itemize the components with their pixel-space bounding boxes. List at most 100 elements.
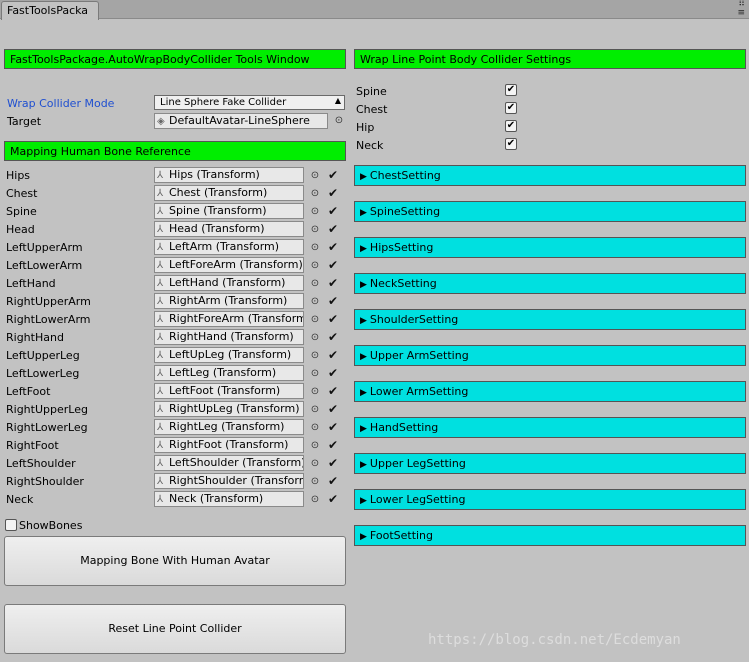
menu-icon[interactable]: ≡ bbox=[737, 9, 745, 18]
bone-field[interactable]: ⅄ RightHand (Transform) bbox=[154, 329, 304, 345]
foldout-header[interactable]: ▶ Lower ArmSetting bbox=[354, 381, 746, 402]
bone-field[interactable]: ⅄ RightLeg (Transform) bbox=[154, 419, 304, 435]
bone-field-value: LeftArm (Transform) bbox=[169, 240, 280, 253]
object-picker-icon[interactable]: ⊙ bbox=[310, 315, 320, 325]
object-picker-icon[interactable]: ⊙ bbox=[310, 207, 320, 217]
bone-field[interactable]: ⅄ LeftHand (Transform) bbox=[154, 275, 304, 291]
bone-transform-icon: ⅄ bbox=[157, 260, 164, 271]
object-picker-icon[interactable]: ⊙ bbox=[310, 351, 320, 361]
foldout-header[interactable]: ▶ Upper ArmSetting bbox=[354, 345, 746, 366]
checkmark-icon: ✔ bbox=[328, 456, 339, 470]
target-label: Target bbox=[7, 115, 42, 128]
bone-field[interactable]: ⅄ RightShoulder (Transform) bbox=[154, 473, 304, 489]
foldout-label: ShoulderSetting bbox=[369, 313, 459, 326]
window-controls[interactable]: ⠿ ≡ bbox=[737, 0, 745, 18]
tab-bar: FastToolsPacka ⠿ ≡ bbox=[0, 0, 749, 20]
foldout-label: Upper LegSetting bbox=[369, 457, 466, 470]
bone-field-value: LeftForeArm (Transform) bbox=[169, 258, 303, 271]
bone-field-value: RightFoot (Transform) bbox=[169, 438, 289, 451]
settings-title: Wrap Line Point Body Collider Settings bbox=[354, 49, 746, 69]
bone-field-value: LeftHand (Transform) bbox=[169, 276, 286, 289]
bone-label: Hips bbox=[6, 169, 31, 182]
bone-label: RightHand bbox=[6, 331, 64, 344]
toggle-checkbox[interactable]: ✔ bbox=[505, 84, 517, 96]
bone-field[interactable]: ⅄ Chest (Transform) bbox=[154, 185, 304, 201]
reset-collider-button[interactable]: Reset Line Point Collider bbox=[4, 604, 346, 654]
bone-transform-icon: ⅄ bbox=[157, 404, 164, 415]
checkmark-icon: ✔ bbox=[328, 438, 339, 452]
object-picker-icon[interactable]: ⊙ bbox=[310, 297, 320, 307]
object-picker-icon[interactable]: ⊙ bbox=[310, 441, 320, 451]
toggle-checkbox[interactable]: ✔ bbox=[505, 120, 517, 132]
foldout-header[interactable]: ▶ Upper LegSetting bbox=[354, 453, 746, 474]
foldout-header[interactable]: ▶ Lower LegSetting bbox=[354, 489, 746, 510]
bone-field[interactable]: ⅄ LeftForeArm (Transform) bbox=[154, 257, 304, 273]
dropdown-arrows-icon: ▲ bbox=[334, 96, 341, 105]
object-picker-icon[interactable]: ⊙ bbox=[310, 333, 320, 343]
object-picker-icon[interactable]: ⊙ bbox=[310, 405, 320, 415]
bone-field[interactable]: ⅄ Neck (Transform) bbox=[154, 491, 304, 507]
bone-field[interactable]: ⅄ Spine (Transform) bbox=[154, 203, 304, 219]
object-picker-icon[interactable]: ⊙ bbox=[310, 279, 320, 289]
bone-transform-icon: ⅄ bbox=[157, 188, 164, 199]
object-picker-icon[interactable]: ⊙ bbox=[310, 459, 320, 469]
checkmark-icon: ✔ bbox=[328, 348, 339, 362]
bone-field[interactable]: ⅄ LeftUpLeg (Transform) bbox=[154, 347, 304, 363]
bone-label: Neck bbox=[6, 493, 34, 506]
object-picker-icon[interactable]: ⊙ bbox=[310, 477, 320, 487]
checkmark-icon: ✔ bbox=[328, 258, 339, 272]
wrap-collider-mode-dropdown[interactable]: Line Sphere Fake Collider ▲ bbox=[154, 95, 345, 110]
bone-label: Chest bbox=[6, 187, 38, 200]
mapping-bone-button[interactable]: Mapping Bone With Human Avatar bbox=[4, 536, 346, 586]
bone-field[interactable]: ⅄ RightFoot (Transform) bbox=[154, 437, 304, 453]
show-bones-checkbox[interactable] bbox=[5, 519, 17, 531]
object-picker-icon[interactable]: ⊙ bbox=[310, 225, 320, 235]
foldout-label: Lower ArmSetting bbox=[369, 385, 469, 398]
object-picker-icon[interactable]: ⊙ bbox=[334, 116, 344, 126]
toggle-checkbox[interactable]: ✔ bbox=[505, 102, 517, 114]
bone-field-value: RightArm (Transform) bbox=[169, 294, 288, 307]
object-picker-icon[interactable]: ⊙ bbox=[310, 387, 320, 397]
bone-field-value: LeftShoulder (Transform) bbox=[169, 456, 304, 469]
foldout-header[interactable]: ▶ HipsSetting bbox=[354, 237, 746, 258]
triangle-right-icon: ▶ bbox=[360, 532, 367, 542]
foldout-header[interactable]: ▶ SpineSetting bbox=[354, 201, 746, 222]
foldout-label: ChestSetting bbox=[369, 169, 441, 182]
bone-field[interactable]: ⅄ LeftArm (Transform) bbox=[154, 239, 304, 255]
bone-field[interactable]: ⅄ Head (Transform) bbox=[154, 221, 304, 237]
checkmark-icon: ✔ bbox=[328, 204, 339, 218]
triangle-right-icon: ▶ bbox=[360, 280, 367, 290]
object-picker-icon[interactable]: ⊙ bbox=[310, 261, 320, 271]
bone-field[interactable]: ⅄ LeftFoot (Transform) bbox=[154, 383, 304, 399]
bone-field[interactable]: ⅄ RightArm (Transform) bbox=[154, 293, 304, 309]
object-picker-icon[interactable]: ⊙ bbox=[310, 243, 320, 253]
checkmark-icon: ✔ bbox=[328, 384, 339, 398]
bone-field[interactable]: ⅄ RightForeArm (Transform) bbox=[154, 311, 304, 327]
toggle-label: Hip bbox=[356, 121, 375, 134]
bone-field[interactable]: ⅄ LeftLeg (Transform) bbox=[154, 365, 304, 381]
foldout-header[interactable]: ▶ ChestSetting bbox=[354, 165, 746, 186]
toggle-checkbox[interactable]: ✔ bbox=[505, 138, 517, 150]
object-picker-icon[interactable]: ⊙ bbox=[310, 369, 320, 379]
foldout-header[interactable]: ▶ FootSetting bbox=[354, 525, 746, 546]
foldout-label: SpineSetting bbox=[369, 205, 441, 218]
bone-field[interactable]: ⅄ RightUpLeg (Transform) bbox=[154, 401, 304, 417]
bone-field-value: LeftUpLeg (Transform) bbox=[169, 348, 292, 361]
bone-label: RightUpperLeg bbox=[6, 403, 88, 416]
foldout-header[interactable]: ▶ NeckSetting bbox=[354, 273, 746, 294]
object-picker-icon[interactable]: ⊙ bbox=[310, 189, 320, 199]
triangle-right-icon: ▶ bbox=[360, 460, 367, 470]
window-tab[interactable]: FastToolsPacka bbox=[1, 1, 99, 20]
foldout-label: FootSetting bbox=[369, 529, 434, 542]
bone-transform-icon: ⅄ bbox=[157, 458, 164, 469]
bone-field[interactable]: ⅄ LeftShoulder (Transform) bbox=[154, 455, 304, 471]
foldout-header[interactable]: ▶ ShoulderSetting bbox=[354, 309, 746, 330]
target-field[interactable]: ◈ DefaultAvatar-LineSphere bbox=[154, 113, 328, 129]
bone-label: LeftFoot bbox=[6, 385, 51, 398]
object-picker-icon[interactable]: ⊙ bbox=[310, 171, 320, 181]
object-picker-icon[interactable]: ⊙ bbox=[310, 423, 320, 433]
tools-window-title: FastToolsPackage.AutoWrapBodyCollider To… bbox=[4, 49, 346, 69]
bone-field[interactable]: ⅄ Hips (Transform) bbox=[154, 167, 304, 183]
object-picker-icon[interactable]: ⊙ bbox=[310, 495, 320, 505]
foldout-header[interactable]: ▶ HandSetting bbox=[354, 417, 746, 438]
